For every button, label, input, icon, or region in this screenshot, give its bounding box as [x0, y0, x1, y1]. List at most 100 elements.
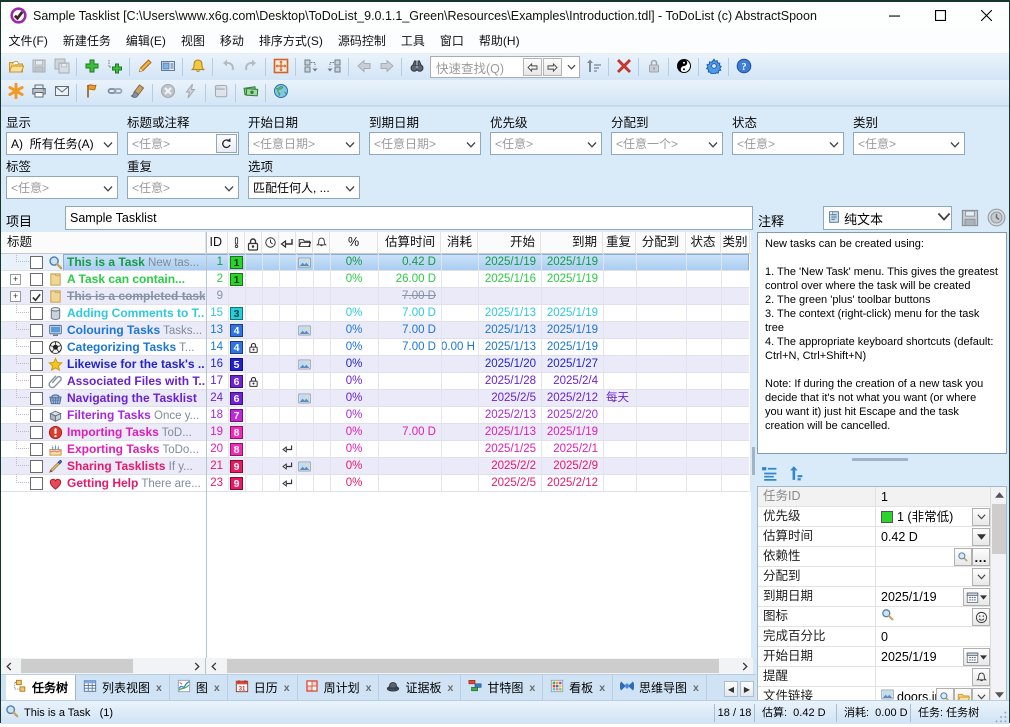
task-title[interactable]: Navigating the Tasklist [67, 390, 205, 407]
tab-证据板[interactable]: 证据板x [379, 675, 461, 700]
comments-save-button[interactable] [960, 208, 980, 228]
menu-item-7[interactable]: 工具 [393, 29, 432, 54]
custom-tool-1-button[interactable] [4, 82, 27, 104]
edit-task-title-button[interactable] [133, 56, 156, 78]
menu-item-3[interactable]: 视图 [173, 29, 212, 54]
tab-任务树[interactable]: 任务树 [6, 675, 76, 700]
filter-combo[interactable]: <任意> [732, 132, 844, 155]
move-task-out-button[interactable] [299, 56, 322, 78]
task-title[interactable]: This is a completed task [67, 288, 205, 305]
scroll-thumb[interactable] [21, 659, 133, 673]
previous-task-button[interactable] [352, 56, 375, 78]
preferences-button[interactable] [702, 56, 725, 78]
help-button[interactable]: ? [732, 56, 755, 78]
expand-button[interactable]: + [10, 291, 21, 302]
comments-format-combo[interactable]: 纯文本 [823, 206, 952, 230]
filter-combo[interactable]: <任意日期> [369, 132, 481, 155]
task-checkbox[interactable] [30, 256, 43, 269]
scroll-thumb[interactable] [227, 659, 719, 673]
next-task-button[interactable] [375, 56, 398, 78]
task-title[interactable]: Associated Files with T... [67, 373, 205, 390]
icon-picker-button[interactable] [972, 608, 990, 626]
task-checkbox[interactable] [30, 460, 43, 473]
task-checkbox[interactable] [30, 324, 43, 337]
column-header-lock[interactable] [245, 232, 262, 254]
tab-列表视图[interactable]: 列表视图x [76, 675, 170, 700]
task-checkbox[interactable] [30, 477, 43, 490]
task-title[interactable]: This is a Task New tas... [67, 254, 205, 271]
set-task-icon-button[interactable] [156, 56, 179, 78]
sort-button[interactable] [582, 56, 605, 78]
tab-scroll-left-button[interactable]: ◀ [724, 681, 738, 697]
column-header-pct[interactable]: % [330, 232, 378, 254]
comments-history-button[interactable] [987, 208, 1006, 227]
column-header-start[interactable]: 开始 [478, 232, 541, 254]
task-row-16[interactable]: Likewise for the task's ...1650%2025/1/2… [1, 356, 751, 373]
set-reminder-button[interactable] [186, 56, 209, 78]
spin-button[interactable] [972, 528, 990, 546]
quick-find-prev-button[interactable] [523, 58, 542, 76]
calendar-button[interactable] [963, 648, 990, 666]
filter-combo[interactable]: <任意> [127, 176, 239, 199]
column-header-status[interactable]: 状态 [686, 232, 721, 254]
maximize-button[interactable] [917, 2, 963, 29]
menu-item-9[interactable]: 帮助(H) [471, 29, 527, 54]
tab-甘特图[interactable]: 甘特图x [461, 675, 543, 700]
save-all-button[interactable] [50, 56, 73, 78]
tab-close-icon[interactable]: x [214, 682, 220, 694]
resize-grip-icon[interactable] [994, 710, 1008, 724]
clear-field-button[interactable] [126, 82, 149, 104]
task-title[interactable]: Colouring Tasks Tasks... [67, 322, 205, 339]
tab-周计划[interactable]: 周计划x [298, 675, 380, 700]
task-row-2[interactable]: +A Task can contain...210%26.00 D2025/1/… [1, 271, 751, 288]
tab-close-icon[interactable]: x [447, 682, 453, 694]
tab-看板[interactable]: 看板x [543, 675, 613, 700]
task-checkbox[interactable] [30, 409, 43, 422]
task-row-15[interactable]: Adding Comments to T...1530%7.00 D2025/1… [1, 305, 751, 322]
task-title[interactable]: Adding Comments to T... [67, 305, 205, 322]
filter-combo[interactable]: <任意一个> [611, 132, 723, 155]
tab-close-icon[interactable]: x [156, 682, 162, 694]
column-header-clock[interactable] [262, 232, 279, 254]
task-row-23[interactable]: Getting Help There are...2390%2025/2/520… [1, 475, 751, 492]
tab-close-icon[interactable]: x [599, 682, 605, 694]
tab-scroll-right-button[interactable]: ▶ [740, 681, 754, 697]
minimize-button[interactable] [871, 2, 917, 29]
column-header-assign[interactable]: 分配到 [636, 232, 686, 254]
scroll-right-arrow[interactable] [189, 658, 205, 674]
calendar-button[interactable] [963, 588, 990, 606]
dropdown-button[interactable] [972, 508, 990, 526]
comments-splitter[interactable] [757, 454, 1007, 464]
filter-combo[interactable]: A) 所有任务(A) [6, 132, 118, 155]
toggle-theme-button[interactable] [672, 56, 695, 78]
menu-item-2[interactable]: 编辑(E) [118, 29, 173, 54]
column-header-id[interactable]: ID [206, 232, 228, 254]
tab-close-icon[interactable]: x [284, 682, 290, 694]
menu-item-8[interactable]: 窗口 [432, 29, 471, 54]
tab-close-icon[interactable]: x [366, 682, 372, 694]
filter-combo[interactable]: <任意> [127, 132, 239, 155]
task-checkbox[interactable] [30, 273, 43, 286]
dropdown-button[interactable] [972, 568, 990, 586]
reminder-button[interactable] [972, 668, 990, 686]
menu-item-1[interactable]: 新建任务 [55, 29, 118, 54]
move-task-in-button[interactable] [322, 56, 345, 78]
task-title[interactable]: Likewise for the task's ... [67, 356, 205, 373]
save-tasklist-button[interactable] [27, 56, 50, 78]
toggle-readonly-button[interactable] [642, 56, 665, 78]
menu-item-4[interactable]: 移动 [212, 29, 251, 54]
task-title[interactable]: Filtering Tasks Once y... [67, 407, 205, 424]
menu-item-6[interactable]: 源码控制 [330, 29, 393, 54]
columns-hscrollbar[interactable] [206, 658, 753, 674]
task-title[interactable]: Exporting Tasks ToDo... [67, 441, 205, 458]
task-row-9[interactable]: +This is a completed task97.00 D [1, 288, 751, 305]
redo-button[interactable] [239, 56, 262, 78]
scroll-up-arrow[interactable] [991, 487, 1007, 503]
scroll-right-arrow[interactable] [737, 658, 753, 674]
filter-combo[interactable]: <任意> [490, 132, 602, 155]
new-task-button[interactable] [80, 56, 103, 78]
maximize-tasklist-button[interactable] [269, 56, 292, 78]
scroll-left-arrow[interactable] [1, 658, 17, 674]
task-row-19[interactable]: Importing Tasks ToD...1980%7.00 D2025/1/… [1, 424, 751, 441]
tab-图[interactable]: 图x [170, 675, 228, 700]
